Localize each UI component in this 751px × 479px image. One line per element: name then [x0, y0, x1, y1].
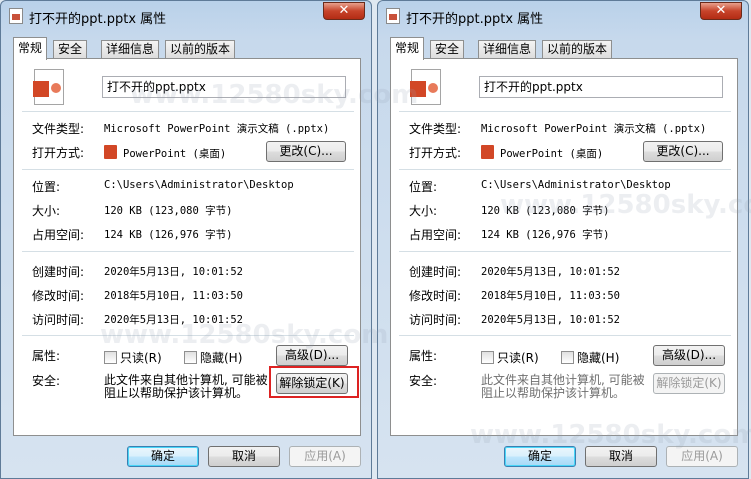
attributes-label: 属性:	[409, 349, 438, 363]
window-title: 打不开的ppt.pptx 属性	[406, 12, 544, 27]
modified-label: 修改时间:	[32, 289, 85, 303]
divider	[22, 335, 354, 336]
security-label: 安全:	[409, 374, 438, 388]
location-label: 位置:	[409, 180, 438, 194]
advanced-button[interactable]: 高级(D)...	[653, 345, 725, 366]
filename-field[interactable]: 打不开的ppt.pptx	[102, 76, 346, 98]
filename-field[interactable]: 打不开的ppt.pptx	[479, 76, 723, 98]
properties-window-after: 打不开的ppt.pptx 属性 ✕ 常规 安全 详细信息 以前的版本 打不开的p…	[377, 0, 749, 479]
tab-security[interactable]: 安全	[430, 40, 465, 59]
readonly-label: 只读(R)	[497, 351, 539, 365]
ok-button[interactable]: 确定	[504, 446, 576, 467]
tab-general[interactable]: 常规	[13, 37, 48, 60]
hidden-label: 隐藏(H)	[200, 351, 243, 365]
accessed-value: 2020年5月13日, 10:01:52	[104, 314, 243, 326]
size-label: 大小:	[409, 204, 438, 218]
hidden-checkbox[interactable]: 隐藏(H)	[184, 349, 242, 366]
powerpoint-app-icon	[481, 145, 494, 159]
open-with-value: PowerPoint (桌面)	[104, 145, 226, 161]
close-button[interactable]: ✕	[323, 2, 365, 20]
size-label: 大小:	[32, 204, 61, 218]
apply-button[interactable]: 应用(A)	[289, 446, 361, 467]
powerpoint-app-icon	[104, 145, 117, 159]
tab-previous-versions[interactable]: 以前的版本	[542, 40, 613, 59]
security-warning: 此文件来自其他计算机, 可能被阻止以帮助保护该计算机。	[481, 373, 645, 400]
divider	[22, 169, 354, 170]
divider	[399, 335, 731, 336]
powerpoint-file-icon	[33, 69, 64, 105]
divider	[399, 251, 731, 252]
properties-window-before: 打不开的ppt.pptx 属性 ✕ 常规 安全 详细信息 以前的版本 打不开的p…	[0, 0, 372, 479]
readonly-checkbox[interactable]: 只读(R)	[481, 349, 539, 366]
pptx-file-icon	[386, 8, 400, 24]
general-panel: 打不开的ppt.pptx 文件类型: Microsoft PowerPoint …	[390, 58, 738, 436]
size-on-disk-value: 124 KB (126,976 字节)	[481, 229, 610, 241]
size-on-disk-label: 占用空间:	[409, 228, 462, 242]
created-value: 2020年5月13日, 10:01:52	[481, 266, 620, 278]
created-label: 创建时间:	[32, 265, 85, 279]
change-button[interactable]: 更改(C)...	[643, 141, 723, 162]
modified-label: 修改时间:	[409, 289, 462, 303]
location-value: C:\Users\Administrator\Desktop	[481, 179, 671, 191]
open-with-app: PowerPoint (桌面)	[123, 148, 227, 160]
created-value: 2020年5月13日, 10:01:52	[104, 266, 243, 278]
modified-value: 2018年5月10日, 11:03:50	[481, 290, 620, 302]
security-warning: 此文件来自其他计算机, 可能被阻止以帮助保护该计算机。	[104, 373, 268, 400]
tab-previous-versions[interactable]: 以前的版本	[165, 40, 236, 59]
readonly-checkbox[interactable]: 只读(R)	[104, 349, 162, 366]
modified-value: 2018年5月10日, 11:03:50	[104, 290, 243, 302]
divider	[399, 169, 731, 170]
open-with-app: PowerPoint (桌面)	[500, 148, 604, 160]
checkbox-box[interactable]	[184, 351, 197, 364]
apply-button[interactable]: 应用(A)	[666, 446, 738, 467]
cancel-button[interactable]: 取消	[208, 446, 280, 467]
file-type-value: Microsoft PowerPoint 演示文稿 (.pptx)	[481, 123, 707, 135]
hidden-checkbox[interactable]: 隐藏(H)	[561, 349, 619, 366]
security-label: 安全:	[32, 374, 61, 388]
divider	[399, 111, 731, 112]
tab-details[interactable]: 详细信息	[101, 40, 160, 59]
file-type-label: 文件类型:	[409, 122, 462, 136]
accessed-label: 访问时间:	[409, 313, 462, 327]
divider	[22, 251, 354, 252]
general-panel: 打不开的ppt.pptx 文件类型: Microsoft PowerPoint …	[13, 58, 361, 436]
accessed-label: 访问时间:	[32, 313, 85, 327]
accessed-value: 2020年5月13日, 10:01:52	[481, 314, 620, 326]
checkbox-box[interactable]	[561, 351, 574, 364]
title-bar[interactable]: 打不开的ppt.pptx 属性 ✕	[1, 1, 371, 31]
hidden-label: 隐藏(H)	[577, 351, 620, 365]
highlight-box	[269, 366, 359, 398]
divider	[22, 111, 354, 112]
ok-button[interactable]: 确定	[127, 446, 199, 467]
cancel-button[interactable]: 取消	[585, 446, 657, 467]
window-title: 打不开的ppt.pptx 属性	[29, 12, 167, 27]
open-with-label: 打开方式:	[32, 146, 85, 160]
unblock-button[interactable]: 解除锁定(K)	[653, 373, 725, 394]
file-type-label: 文件类型:	[32, 122, 85, 136]
powerpoint-file-icon	[410, 69, 441, 105]
attributes-label: 属性:	[32, 349, 61, 363]
pptx-file-icon	[9, 8, 23, 24]
size-on-disk-label: 占用空间:	[32, 228, 85, 242]
file-type-value: Microsoft PowerPoint 演示文稿 (.pptx)	[104, 123, 330, 135]
open-with-label: 打开方式:	[409, 146, 462, 160]
title-bar[interactable]: 打不开的ppt.pptx 属性 ✕	[378, 1, 748, 31]
tab-details[interactable]: 详细信息	[478, 40, 537, 59]
change-button[interactable]: 更改(C)...	[266, 141, 346, 162]
readonly-label: 只读(R)	[120, 351, 162, 365]
tab-general[interactable]: 常规	[390, 37, 425, 60]
location-value: C:\Users\Administrator\Desktop	[104, 179, 294, 191]
close-button[interactable]: ✕	[700, 2, 742, 20]
size-value: 120 KB (123,080 字节)	[481, 205, 610, 217]
checkbox-box[interactable]	[104, 351, 117, 364]
open-with-value: PowerPoint (桌面)	[481, 145, 603, 161]
size-on-disk-value: 124 KB (126,976 字节)	[104, 229, 233, 241]
size-value: 120 KB (123,080 字节)	[104, 205, 233, 217]
created-label: 创建时间:	[409, 265, 462, 279]
checkbox-box[interactable]	[481, 351, 494, 364]
advanced-button[interactable]: 高级(D)...	[276, 345, 348, 366]
location-label: 位置:	[32, 180, 61, 194]
tab-security[interactable]: 安全	[53, 40, 88, 59]
